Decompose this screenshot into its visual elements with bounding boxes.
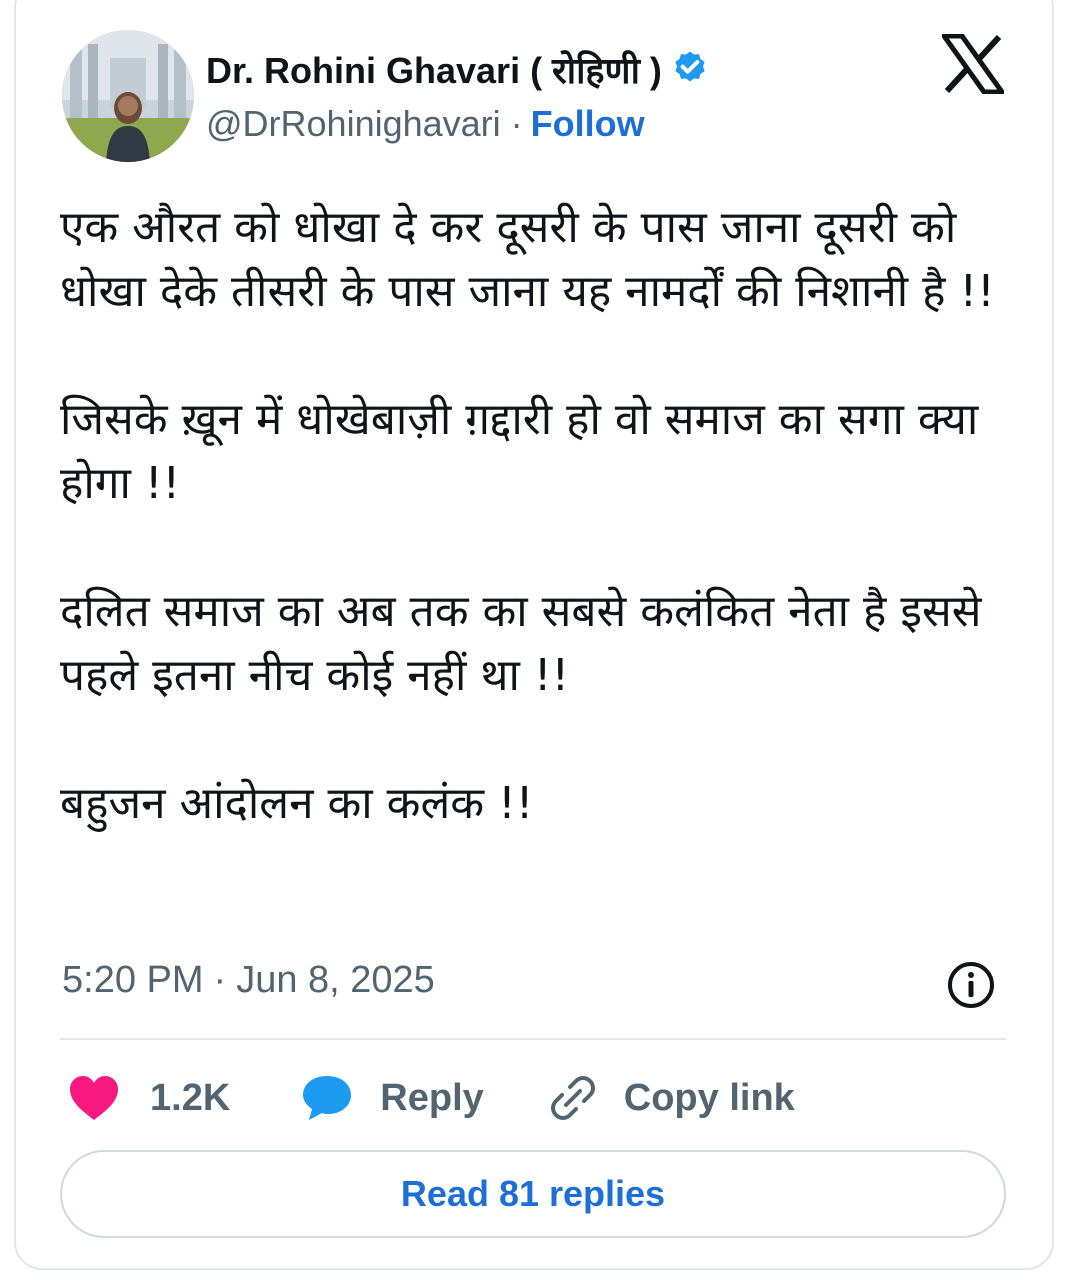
handle-separator: · <box>510 103 523 144</box>
tweet-paragraph: बहुजन आंदोलन का कलंक !! <box>60 778 534 829</box>
like-button[interactable]: 1.2K <box>60 1074 230 1122</box>
author-handle-row: @DrRohinighavari · Follow <box>206 100 645 148</box>
verified-badge-icon <box>675 51 705 82</box>
author-handle[interactable]: @DrRohinighavari <box>206 103 501 145</box>
timestamp-separator: · <box>213 958 227 1001</box>
tweet-time: 5:20 PM <box>62 958 204 1001</box>
copy-link-label: Copy link <box>623 1076 795 1119</box>
reply-button[interactable]: Reply <box>300 1073 484 1123</box>
action-bar: 1.2K Reply Copy link <box>60 1068 795 1128</box>
x-logo-icon[interactable] <box>942 34 1004 94</box>
author-display-name[interactable]: Dr. Rohini Ghavari ( रोहिणी ) <box>206 45 662 94</box>
divider <box>60 1038 1006 1040</box>
avatar-photo <box>62 30 194 162</box>
copy-link-button[interactable]: Copy link <box>548 1073 795 1123</box>
tweet-paragraph: एक औरत को धोखा दे कर दूसरी के पास जाना द… <box>60 202 995 317</box>
follow-button[interactable]: Follow <box>531 103 645 145</box>
author-name-row: Dr. Rohini Ghavari ( रोहिणी ) <box>206 44 710 94</box>
link-icon <box>550 1076 595 1120</box>
read-replies-button[interactable]: Read 81 replies <box>60 1150 1006 1238</box>
tweet-text: एक औरत को धोखा दे कर दूसरी के पास जाना द… <box>60 196 1020 836</box>
tweet-paragraph: दलित समाज का अब तक का सबसे कलंकित नेता ह… <box>60 586 982 701</box>
like-count: 1.2K <box>150 1076 231 1119</box>
reply-label: Reply <box>380 1076 484 1119</box>
tweet-timestamp[interactable]: 5:20 PM · Jun 8, 2025 <box>62 955 435 1005</box>
tweet-date: Jun 8, 2025 <box>236 958 435 1001</box>
heart-icon <box>70 1076 118 1120</box>
speech-bubble-icon <box>303 1076 352 1120</box>
author-avatar[interactable] <box>62 30 194 162</box>
tweet-paragraph: जिसके ख़ून में धोखेबाज़ी ग़द्दारी हो वो … <box>60 394 979 509</box>
info-icon[interactable] <box>946 960 996 1010</box>
